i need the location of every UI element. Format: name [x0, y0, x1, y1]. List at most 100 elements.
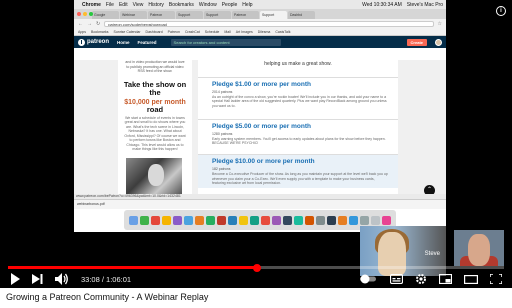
goal-heading-road: road: [146, 104, 164, 114]
video-player[interactable]: Chrome File Edit View History Bookmarks …: [0, 0, 512, 288]
dock-app-icon: [305, 215, 314, 225]
mac-dock: [124, 210, 396, 230]
dock-app-icon: [338, 215, 347, 225]
dock-app-icon: [250, 215, 259, 225]
pledge-tier-title: Pledge $1.00 or more per month: [212, 81, 311, 88]
bookmark-item: CastsTalk: [275, 29, 291, 34]
goal-intro: and in video production we would love to…: [125, 60, 185, 73]
theater-mode-icon: [464, 274, 478, 284]
patreon-logo-icon: [78, 38, 85, 46]
menu-window: Window: [198, 1, 217, 8]
dock-app-icon: [239, 215, 248, 225]
mac-menubar: Chrome File Edit View History Bookmarks …: [74, 0, 446, 9]
pledge-tier-description: Become a Co-executive Producer of the sh…: [212, 172, 388, 186]
info-icon[interactable]: i: [496, 6, 506, 16]
bookmark-item: CrashCat: [184, 29, 200, 34]
menu-people: People: [221, 1, 238, 8]
goal-column: and in video production we would love to…: [118, 60, 192, 194]
captions-button[interactable]: [390, 272, 403, 286]
next-button[interactable]: [32, 272, 43, 286]
bookmark-item: Dashboard: [145, 29, 163, 34]
settings-button[interactable]: [415, 272, 427, 286]
menu-file: File: [105, 1, 114, 8]
screen-recording: Chrome File Edit View History Bookmarks …: [74, 0, 446, 232]
patreon-header: patreon Home Featured Search for creator…: [74, 36, 446, 48]
back-arrow-icon: ←: [78, 20, 83, 27]
browser-tab: Dashbd: [288, 11, 315, 19]
menubar-app: Chrome: [82, 1, 101, 8]
dock-app-icon: [261, 215, 270, 225]
avatar: [435, 38, 442, 46]
patreon-page-content: and in video production we would love to…: [74, 60, 446, 194]
browser-tab: Webinar: [120, 11, 147, 19]
gear-icon: [416, 274, 426, 284]
star-icon: ☆: [437, 20, 442, 27]
pledge-tier-title: Pledge $5.00 or more per month: [212, 122, 311, 130]
youtube-player-page: Chrome File Edit View History Bookmarks …: [0, 0, 512, 308]
menu-view: View: [132, 1, 144, 8]
pledge-top-line: helping us make a great show.: [264, 61, 332, 67]
menu-history: History: [148, 1, 164, 8]
bookmark-item: Bookmarks: [90, 29, 109, 34]
dock-app-icon: [272, 215, 281, 225]
browser-tab: Patreon: [232, 11, 259, 19]
volume-icon: [55, 273, 68, 285]
downloads-bar: webinarbonus.pdf: [74, 199, 446, 209]
reload-icon: ↻: [96, 20, 101, 27]
pledge-tier-description: Early warning system members. You'll get…: [212, 136, 386, 146]
dock-app-icon: [195, 215, 204, 225]
menu-help: Help: [242, 1, 253, 8]
guest-face: [468, 234, 490, 266]
partial-text: munity the: [410, 213, 429, 218]
browser-tab: Patreon: [148, 11, 175, 19]
nav-home: Home: [117, 39, 130, 45]
host-name: Steve: [424, 251, 440, 257]
pledge-tier-patrons: 2014 patrons: [212, 90, 233, 94]
patreon-logo: patreon: [78, 38, 110, 46]
progress-fill: [8, 266, 257, 269]
window-controls: [77, 12, 93, 16]
browser-tab: Support: [204, 11, 231, 19]
theater-mode-button[interactable]: [464, 272, 478, 286]
pledge-tier-highlighted: Pledge $10.00 or more per month 182 patr…: [198, 154, 398, 189]
play-icon: [11, 273, 20, 285]
pledge-column: helping us make a great show. Pledge $1.…: [198, 60, 398, 194]
bookmark-item: Dilesma: [257, 29, 271, 34]
autoplay-toggle-icon: [360, 274, 376, 284]
dock-app-icon: [327, 215, 336, 225]
goal-heading: Take the show on the: [123, 79, 187, 97]
goal-description: We start a schedule of events in towns g…: [124, 115, 186, 152]
dock-app-icon: [228, 215, 237, 225]
fullscreen-button[interactable]: [490, 272, 502, 286]
dock-app-icon: [316, 215, 325, 225]
patreon-wordmark: patreon: [87, 39, 110, 45]
creator-photo: [126, 158, 182, 194]
menu-bookmarks: Bookmarks: [168, 1, 194, 8]
skip-next-icon: [32, 274, 43, 284]
pledge-tier-title: Pledge $10.00 or more per month: [212, 158, 315, 166]
address-bar: patreon.com/soderbergshowroad: [104, 20, 434, 27]
minimize-dot-icon: [83, 12, 87, 16]
player-controls: 33:08 / 1:06:01: [0, 270, 512, 288]
webcam-guest: [454, 230, 504, 266]
time-display: 33:08 / 1:06:01: [81, 274, 132, 284]
menubar-user: Steve's Mac Pro: [406, 1, 443, 8]
mute-button[interactable]: [55, 272, 69, 286]
dock-app-icon: [129, 215, 138, 225]
bookmark-item: Mall: [224, 29, 231, 34]
dock-app-icon: [294, 215, 303, 225]
progress-bar[interactable]: [8, 263, 504, 272]
bookmark-item: Schedule: [204, 29, 220, 34]
bookmark-item: Art Images: [235, 29, 253, 34]
menu-edit: Edit: [118, 1, 128, 8]
pledge-tier-description: As an outright of the convo a show, you'…: [212, 95, 387, 108]
dock-app-icon: [371, 215, 380, 225]
dock-app-icon: [184, 215, 193, 225]
miniplayer-button[interactable]: [439, 272, 452, 286]
pledge-tier: Pledge $5.00 or more per month 1280 patr…: [198, 118, 398, 149]
play-button[interactable]: [10, 272, 20, 286]
dock-app-icon: [162, 215, 171, 225]
captions-icon: [390, 274, 403, 284]
autoplay-toggle[interactable]: [360, 272, 378, 286]
dock-app-icon: [360, 215, 369, 225]
